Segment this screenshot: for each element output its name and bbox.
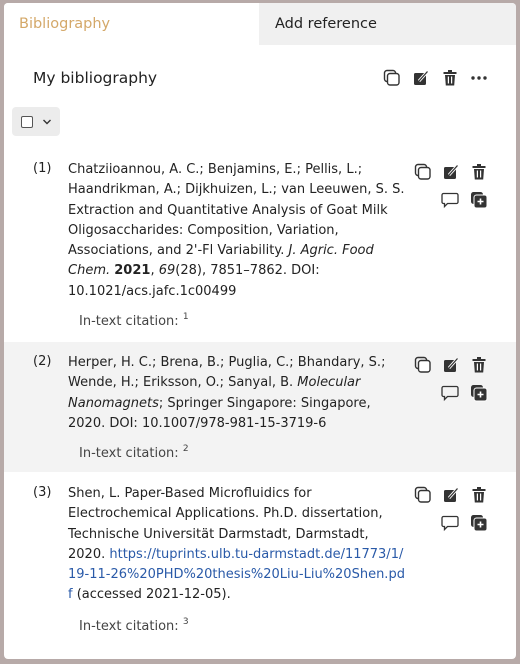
trash-icon[interactable] [470, 163, 488, 181]
edit-icon[interactable] [412, 69, 430, 87]
trash-icon[interactable] [470, 356, 488, 374]
add-copy-icon[interactable] [470, 191, 488, 209]
trash-icon[interactable] [470, 486, 488, 504]
reference-entry-3: (3) Shen, L. Paper-Based Microfluidics f… [4, 472, 516, 659]
chevron-down-icon[interactable] [42, 118, 52, 126]
comment-icon[interactable] [441, 191, 459, 209]
edit-icon[interactable] [442, 356, 460, 374]
add-copy-icon[interactable] [470, 514, 488, 532]
edit-icon[interactable] [442, 486, 460, 504]
trash-icon[interactable] [441, 69, 459, 87]
reference-text: Herper, H. C.; Brena, B.; Puglia, C.; Bh… [68, 355, 386, 431]
checkbox-icon[interactable] [21, 115, 33, 128]
entry-actions [414, 163, 488, 209]
reference-entry-2: (2) Herper, H. C.; Brena, B.; Puglia, C.… [4, 342, 516, 472]
in-text-citation: In-text citation: 1 [79, 312, 189, 329]
header-actions [383, 69, 488, 87]
reference-entry-1: (1) Chatziioannou, A. C.; Benjamins, E.;… [4, 149, 516, 342]
entry-actions [414, 486, 488, 532]
comment-icon[interactable] [441, 514, 459, 532]
select-all-dropdown[interactable] [12, 107, 60, 136]
page-title: My bibliography [33, 69, 158, 87]
reference-text: Shen, L. Paper-Based Microfluidics for E… [68, 486, 405, 603]
copy-icon[interactable] [414, 356, 432, 374]
reference-number: (2) [33, 354, 52, 369]
comment-icon[interactable] [441, 384, 459, 402]
tab-bar: Bibliography Add reference [4, 3, 516, 45]
add-copy-icon[interactable] [470, 384, 488, 402]
bibliography-header: My bibliography [4, 65, 516, 91]
copy-icon[interactable] [383, 69, 401, 87]
more-icon[interactable] [470, 69, 488, 87]
entry-actions [414, 356, 488, 402]
reference-number: (1) [33, 161, 52, 176]
edit-icon[interactable] [442, 163, 460, 181]
reference-text: Chatziioannou, A. C.; Benjamins, E.; Pel… [68, 162, 405, 299]
in-text-citation: In-text citation: 2 [79, 444, 189, 461]
copy-icon[interactable] [414, 163, 432, 181]
tab-add-reference[interactable]: Add reference [259, 3, 516, 45]
reference-number: (3) [33, 485, 52, 500]
bibliography-panel: Bibliography Add reference My bibliograp… [4, 3, 516, 659]
copy-icon[interactable] [414, 486, 432, 504]
tab-bibliography[interactable]: Bibliography [4, 3, 259, 45]
in-text-citation: In-text citation: 3 [79, 617, 189, 634]
